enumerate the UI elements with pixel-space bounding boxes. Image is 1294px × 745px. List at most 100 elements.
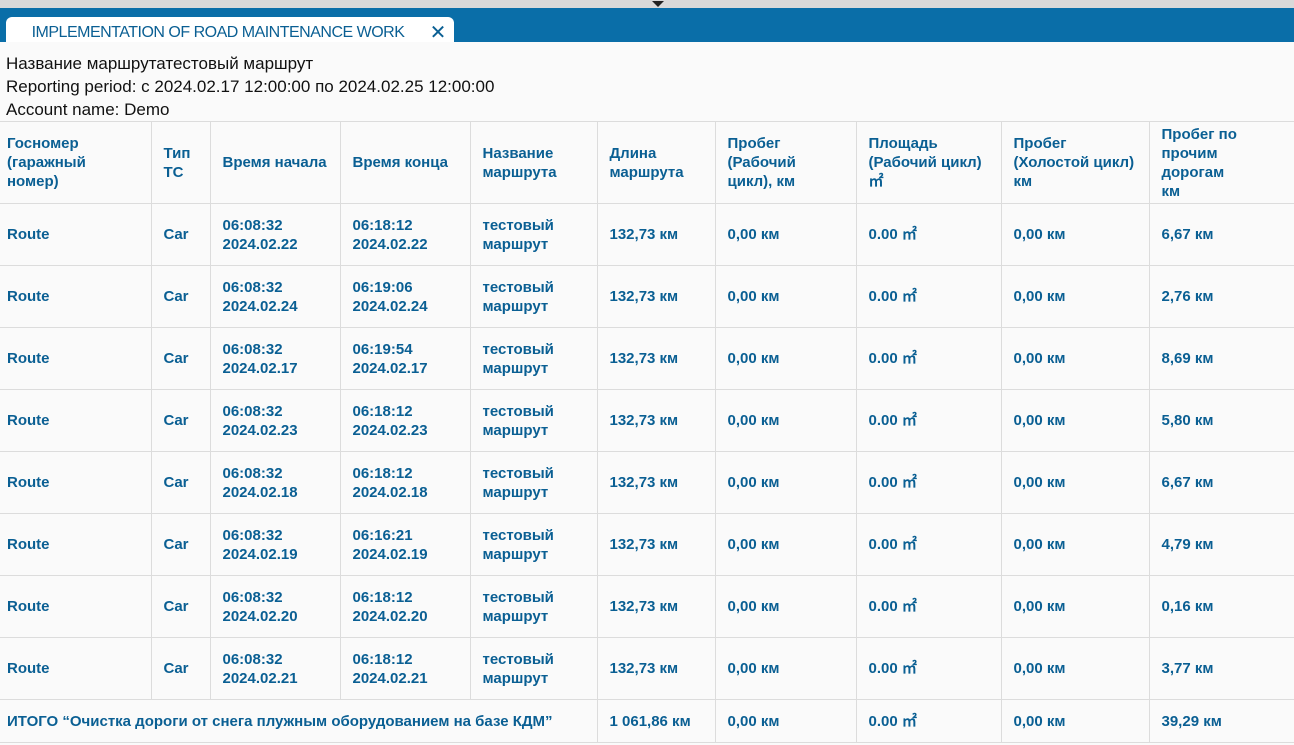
cell-length: 132,73 км: [596, 451, 716, 514]
cell-length: 132,73 км: [596, 327, 716, 390]
cell-length: 132,73 км: [596, 637, 716, 700]
cell-end: 06:16:21 2024.02.19: [339, 513, 471, 576]
table-row[interactable]: Route Car 06:08:32 2024.02.21 06:18:12 2024.0…: [0, 637, 1294, 700]
cell-route: тестовый маршрут: [469, 327, 598, 390]
cell-length: 132,73 км: [596, 265, 716, 328]
cell-work: 0,00 км: [714, 327, 857, 390]
table-row[interactable]: Route Car 06:08:32 2024.02.17 06:19:54 2024.0…: [0, 327, 1294, 390]
table-row[interactable]: Route Car 06:08:32 2024.02.20 06:18:12 2024.0…: [0, 575, 1294, 638]
cell-type: Car: [150, 203, 211, 266]
cell-other: 4,79 км: [1148, 513, 1294, 576]
cell-start: 06:08:32 2024.02.17: [209, 327, 341, 390]
table-row[interactable]: Route Car 06:08:32 2024.02.23 06:18:12 2024.0…: [0, 389, 1294, 452]
cell-start: 06:08:32 2024.02.21: [209, 637, 341, 700]
cell-work: 0,00 км: [714, 265, 857, 328]
cell-idle: 0,00 км: [1000, 513, 1150, 576]
table-row[interactable]: Route Car 06:08:32 2024.02.22 06:18:12 2024.0…: [0, 203, 1294, 266]
cell-end: 06:18:12 2024.02.22: [339, 203, 471, 266]
cell-plate: Route: [0, 203, 152, 266]
cell-plate: Route: [0, 513, 152, 576]
cell-type: Car: [150, 327, 211, 390]
table-row[interactable]: Route Car 06:08:32 2024.02.19 06:16:21 2024.0…: [0, 513, 1294, 576]
cell-idle: 0,00 км: [1000, 265, 1150, 328]
total-area: 0.00 ㎡: [855, 699, 1002, 743]
cell-idle: 0,00 км: [1000, 637, 1150, 700]
cell-end: 06:18:12 2024.02.21: [339, 637, 471, 700]
cell-type: Car: [150, 389, 211, 452]
cell-type: Car: [150, 575, 211, 638]
table-row[interactable]: Route Car 06:08:32 2024.02.18 06:18:12 2024.0…: [0, 451, 1294, 514]
cell-route: тестовый маршрут: [469, 575, 598, 638]
cell-idle: 0,00 км: [1000, 203, 1150, 266]
total-other: 39,29 км: [1148, 699, 1294, 743]
account-line: Account name: Demo: [6, 100, 170, 119]
header-length[interactable]: Длина маршрута: [596, 121, 716, 204]
cell-other: 8,69 км: [1148, 327, 1294, 390]
cell-length: 132,73 км: [596, 513, 716, 576]
header-type[interactable]: Тип ТС: [150, 121, 211, 204]
cell-plate: Route: [0, 327, 152, 390]
cell-idle: 0,00 км: [1000, 575, 1150, 638]
collapse-arrow-icon[interactable]: [652, 1, 664, 7]
cell-route: тестовый маршрут: [469, 389, 598, 452]
top-strip: [0, 0, 1294, 8]
cell-other: 3,77 км: [1148, 637, 1294, 700]
cell-start: 06:08:32 2024.02.19: [209, 513, 341, 576]
report-content: Название маршрутатестовый маршрут Report…: [0, 42, 1294, 745]
total-idle: 0,00 км: [1000, 699, 1150, 743]
cell-type: Car: [150, 513, 211, 576]
cell-end: 06:18:12 2024.02.23: [339, 389, 471, 452]
cell-route: тестовый маршрут: [469, 513, 598, 576]
cell-start: 06:08:32 2024.02.22: [209, 203, 341, 266]
header-work-mileage[interactable]: Пробег (Рабочий цикл), км: [714, 121, 857, 204]
cell-start: 06:08:32 2024.02.23: [209, 389, 341, 452]
cell-type: Car: [150, 451, 211, 514]
cell-length: 132,73 км: [596, 203, 716, 266]
close-icon[interactable]: ✕: [428, 23, 448, 43]
cell-work: 0,00 км: [714, 451, 857, 514]
cell-work: 0,00 км: [714, 575, 857, 638]
cell-area: 0.00 ㎡: [855, 637, 1002, 700]
cell-area: 0.00 ㎡: [855, 389, 1002, 452]
header-route[interactable]: Название маршрута: [469, 121, 598, 204]
cell-end: 06:19:06 2024.02.24: [339, 265, 471, 328]
cell-plate: Route: [0, 575, 152, 638]
cell-area: 0.00 ㎡: [855, 327, 1002, 390]
header-end[interactable]: Время конца: [339, 121, 471, 204]
cell-other: 6,67 км: [1148, 203, 1294, 266]
cell-end: 06:18:12 2024.02.18: [339, 451, 471, 514]
cell-other: 0,16 км: [1148, 575, 1294, 638]
table-row[interactable]: Route Car 06:08:32 2024.02.24 06:19:06 2024.0…: [0, 265, 1294, 328]
cell-idle: 0,00 км: [1000, 451, 1150, 514]
cell-route: тестовый маршрут: [469, 203, 598, 266]
cell-other: 6,67 км: [1148, 451, 1294, 514]
cell-start: 06:08:32 2024.02.20: [209, 575, 341, 638]
total-label: ИТОГО “Очистка дороги от снега плужным о…: [0, 699, 598, 743]
cell-type: Car: [150, 265, 211, 328]
cell-start: 06:08:32 2024.02.24: [209, 265, 341, 328]
cell-work: 0,00 км: [714, 389, 857, 452]
cell-plate: Route: [0, 451, 152, 514]
total-work: 0,00 км: [714, 699, 857, 743]
total-row: ИТОГО “Очистка дороги от снега плужным о…: [0, 699, 1294, 743]
cell-route: тестовый маршрут: [469, 265, 598, 328]
tab-bar: Implementation of road maintenance work …: [0, 8, 1294, 50]
cell-area: 0.00 ㎡: [855, 265, 1002, 328]
report-info: Название маршрутатестовый маршрут Report…: [6, 52, 494, 121]
period-line: Reporting period: с 2024.02.17 12:00:00 …: [6, 77, 495, 96]
cell-area: 0.00 ㎡: [855, 575, 1002, 638]
header-start[interactable]: Время начала: [209, 121, 341, 204]
cell-plate: Route: [0, 637, 152, 700]
cell-area: 0.00 ㎡: [855, 513, 1002, 576]
cell-idle: 0,00 км: [1000, 327, 1150, 390]
header-other-mileage[interactable]: Пробег по прочим дорогам км: [1148, 121, 1294, 204]
header-area[interactable]: Площадь (Рабочий цикл) ㎡: [855, 121, 1002, 204]
cell-start: 06:08:32 2024.02.18: [209, 451, 341, 514]
cell-area: 0.00 ㎡: [855, 451, 1002, 514]
route-name-line: Название маршрутатестовый маршрут: [6, 54, 314, 73]
cell-other: 5,80 км: [1148, 389, 1294, 452]
cell-plate: Route: [0, 389, 152, 452]
total-length: 1 061,86 км: [596, 699, 716, 743]
header-plate[interactable]: Госномер (гаражный номер): [0, 121, 152, 204]
header-idle-mileage[interactable]: Пробег (Холостой цикл) км: [1000, 121, 1150, 204]
